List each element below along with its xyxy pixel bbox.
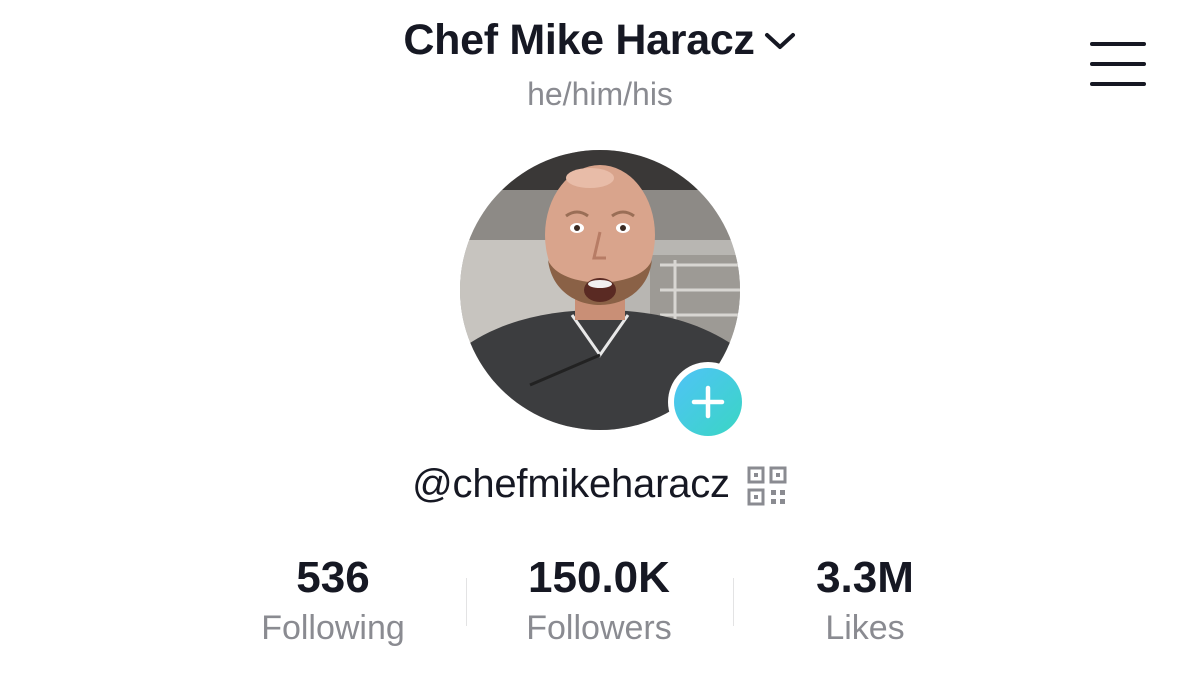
menu-button[interactable]: [1086, 38, 1150, 90]
chevron-down-icon[interactable]: [763, 24, 797, 58]
hamburger-menu-icon: [1090, 42, 1146, 46]
profile-stats: 536 Following 150.0K Followers 3.3M Like…: [200, 550, 1000, 660]
stat-divider: [733, 578, 734, 626]
plus-icon: [674, 368, 742, 436]
profile-header: Chef Mike Haracz he/him/his: [0, 0, 1200, 130]
pronouns: he/him/his: [527, 76, 673, 112]
stat-likes[interactable]: 3.3M Likes: [732, 550, 998, 660]
account-switcher[interactable]: Chef Mike Haracz: [0, 14, 1200, 66]
followers-label: Followers: [526, 609, 672, 647]
hamburger-menu-icon: [1090, 62, 1146, 66]
stat-followers[interactable]: 150.0K Followers: [466, 550, 732, 660]
stat-following[interactable]: 536 Following: [200, 550, 466, 660]
qr-code-icon[interactable]: [746, 465, 788, 507]
username: @chefmikeharacz: [412, 462, 730, 506]
likes-count: 3.3M: [816, 553, 914, 602]
likes-label: Likes: [825, 609, 905, 647]
following-count: 536: [296, 553, 370, 602]
following-label: Following: [261, 609, 405, 647]
hamburger-menu-icon: [1090, 82, 1146, 86]
username-row: @chefmikeharacz: [0, 458, 1200, 510]
followers-count: 150.0K: [528, 553, 670, 602]
display-name[interactable]: Chef Mike Haracz: [403, 14, 755, 66]
stat-divider: [466, 578, 467, 626]
add-button[interactable]: [668, 362, 748, 442]
avatar-container: [460, 150, 748, 442]
